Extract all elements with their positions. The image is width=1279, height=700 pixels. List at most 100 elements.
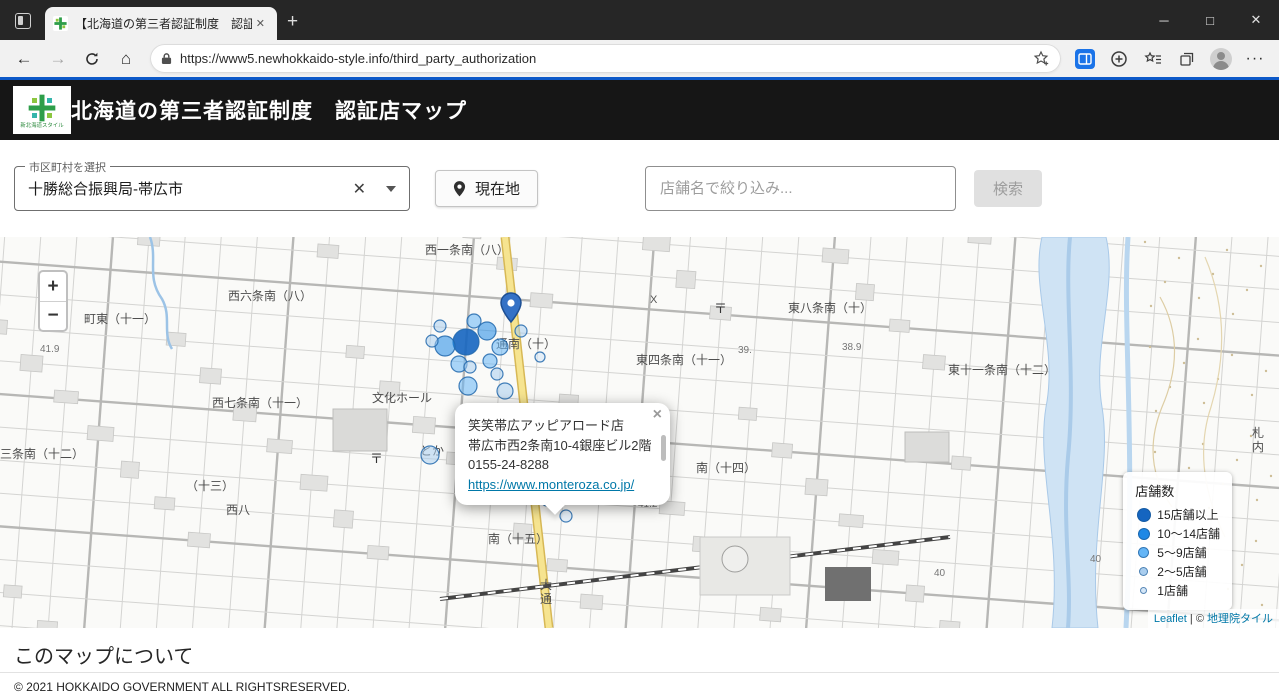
store-website-link[interactable]: https://www.monteroza.co.jp/ xyxy=(468,477,634,492)
map-area[interactable]: 西一条南（八） 西六条南（八） 町東（十一） 東八条南（十） 通南（十） 東四条南（十一）… xyxy=(0,237,1279,628)
popup-scrollbar[interactable] xyxy=(661,435,666,461)
chevron-down-icon[interactable] xyxy=(386,185,396,192)
map-label: 東十一条南（十二） xyxy=(948,362,1056,377)
map-legend: 店舗数 15店舗以上 10〜14店舗 5〜9店舗 2〜5店舗 1店舗 xyxy=(1123,472,1232,610)
legend-dot-icon xyxy=(1136,507,1151,522)
site-logo: 新北海道スタイル xyxy=(13,86,71,134)
url-text[interactable]: https://www5.newhokkaido-style.info/thir… xyxy=(180,51,1033,66)
clear-selection-icon[interactable]: ✕ xyxy=(353,179,366,199)
store-cluster-marker[interactable] xyxy=(534,351,546,363)
browser-navbar: ← → ⌂ https://www5.newhokkaido-style.inf… xyxy=(0,40,1279,77)
map-label: 西八 xyxy=(226,503,250,517)
legend-item: 2〜5店舗 xyxy=(1135,562,1220,581)
legend-dot-cell xyxy=(1135,567,1152,576)
legend-title: 店舗数 xyxy=(1135,484,1175,499)
map-label: 南（十四） xyxy=(696,460,756,475)
collections-icon[interactable] xyxy=(1170,44,1204,74)
tab-actions-icon[interactable] xyxy=(15,13,31,29)
map-attribution: Leaflet | © 地理院タイル xyxy=(1147,609,1279,628)
browser-titlebar: 【北海道の第三者認証制度 認証 ✕ + ─ □ ✕ xyxy=(0,0,1279,40)
window-minimize-button[interactable]: ─ xyxy=(1141,0,1187,40)
map-label: 南（十五） xyxy=(488,531,548,546)
gsi-tiles-link[interactable]: 地理院タイル xyxy=(1207,613,1273,625)
store-cluster-marker[interactable] xyxy=(425,334,439,348)
page-footer: © 2021 HOKKAIDO GOVERNMENT ALL RIGHTSRES… xyxy=(0,672,1279,700)
map-label: 〒 xyxy=(370,451,383,466)
site-favicon xyxy=(53,16,68,31)
map-label: 40 xyxy=(1090,554,1102,565)
legend-item: 10〜14店舗 xyxy=(1135,524,1220,543)
legend-dot-cell xyxy=(1135,587,1152,594)
location-pin-icon xyxy=(453,181,466,197)
copyright-text: © 2021 HOKKAIDO GOVERNMENT ALL RIGHTSRES… xyxy=(14,679,351,694)
store-cluster-marker[interactable] xyxy=(482,353,498,369)
current-location-label: 現在地 xyxy=(475,181,521,198)
browser-menu-icon[interactable]: ··· xyxy=(1238,44,1272,74)
favorites-hub-icon[interactable] xyxy=(1136,44,1170,74)
store-cluster-marker[interactable] xyxy=(477,321,497,341)
refresh-icon[interactable] xyxy=(75,44,109,74)
store-cluster-marker[interactable] xyxy=(463,360,477,374)
home-icon[interactable]: ⌂ xyxy=(109,44,143,74)
zoom-in-button[interactable]: + xyxy=(40,272,66,301)
map-label: X xyxy=(650,294,658,306)
legend-dot-icon xyxy=(1138,547,1150,558)
legend-label: 1店舗 xyxy=(1157,584,1188,598)
store-cluster-marker[interactable] xyxy=(491,338,509,356)
legend-dot-icon xyxy=(1139,567,1149,576)
new-tab-button[interactable]: + xyxy=(277,12,310,40)
current-location-button[interactable]: 現在地 xyxy=(435,170,539,207)
back-icon[interactable]: ← xyxy=(7,44,41,74)
extensions-icon[interactable] xyxy=(1102,44,1136,74)
page-title: 北海道の第三者認証制度 認証店マップ xyxy=(71,100,467,123)
hokkaido-style-logo-icon xyxy=(28,94,56,122)
legend-dot-cell xyxy=(1135,507,1152,522)
map-label: 三条南（十二） xyxy=(0,446,84,461)
add-favorite-star-icon[interactable] xyxy=(1033,50,1050,67)
tab-close-icon[interactable]: ✕ xyxy=(252,15,269,32)
address-bar[interactable]: https://www5.newhokkaido-style.info/thir… xyxy=(150,44,1061,73)
logo-caption: 新北海道スタイル xyxy=(20,123,64,129)
store-cluster-marker[interactable] xyxy=(496,382,514,400)
map-zoom-control: + − xyxy=(38,270,68,332)
municipality-select[interactable]: 市区町村を選択 十勝総合振興局-帯広市 ✕ xyxy=(14,159,410,211)
map-label: 西一条南（八） xyxy=(425,242,509,257)
legend-dot-icon xyxy=(1137,527,1150,540)
popup-close-icon[interactable]: × xyxy=(653,406,662,424)
map-label: 〒 xyxy=(714,301,727,316)
store-cluster-marker[interactable] xyxy=(559,509,573,523)
store-cluster-marker[interactable] xyxy=(514,324,528,338)
store-cluster-marker[interactable] xyxy=(490,367,504,381)
store-phone: 0155-24-8288 xyxy=(468,457,549,472)
profile-avatar[interactable] xyxy=(1204,44,1238,74)
about-section-title: このマップについて xyxy=(14,646,194,668)
search-button[interactable]: 検索 xyxy=(974,170,1043,207)
tab-title: 【北海道の第三者認証制度 認証 xyxy=(75,17,252,31)
store-cluster-marker[interactable] xyxy=(466,313,482,329)
store-cluster-marker[interactable] xyxy=(458,376,478,396)
store-cluster-marker[interactable] xyxy=(452,328,480,356)
store-cluster-marker[interactable] xyxy=(420,445,440,465)
map-label: 41.9 xyxy=(40,344,60,355)
legend-label: 15店舗以上 xyxy=(1157,508,1219,522)
store-address: 帯広市西2条南10-4銀座ビル2階 xyxy=(468,437,652,453)
window-close-button[interactable]: ✕ xyxy=(1233,0,1279,40)
map-label: 東四条南（十一） xyxy=(636,352,732,367)
map-label: 39. xyxy=(738,345,752,356)
lock-icon xyxy=(161,52,172,65)
leaflet-link[interactable]: Leaflet xyxy=(1154,613,1187,625)
store-popup-content: 笑笑帯広アッピアロード店 帯広市西2条南10-4銀座ビル2階 0155-24-8… xyxy=(455,403,670,505)
forward-icon[interactable]: → xyxy=(41,44,75,74)
sidebar-icon[interactable] xyxy=(1068,44,1102,74)
attribution-separator: | © xyxy=(1186,613,1207,625)
map-label: 大通 xyxy=(540,578,552,606)
store-filter-input[interactable] xyxy=(645,166,957,211)
window-maximize-button[interactable]: □ xyxy=(1187,0,1233,40)
zoom-out-button[interactable]: − xyxy=(40,301,66,330)
store-name: 笑笑帯広アッピアロード店 xyxy=(468,418,625,433)
store-cluster-marker[interactable] xyxy=(433,319,447,333)
browser-tab[interactable]: 【北海道の第三者認証制度 認証 ✕ xyxy=(45,7,277,40)
map-label: 西六条南（八） xyxy=(228,288,312,303)
legend-label: 5〜9店舗 xyxy=(1157,546,1207,560)
controls-bar: 市区町村を選択 十勝総合振興局-帯広市 ✕ 現在地 検索 xyxy=(0,140,1279,237)
